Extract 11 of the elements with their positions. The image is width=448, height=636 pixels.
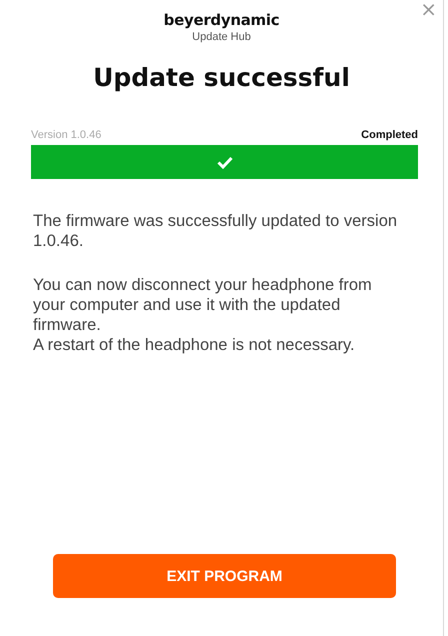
status-label: Completed — [361, 129, 418, 141]
exit-button[interactable]: EXIT PROGRAM — [53, 554, 396, 598]
message-text: You can now disconnect your headphone from your computer and use it with the updated firmware. — [33, 275, 373, 335]
close-button[interactable]: × — [416, 0, 441, 20]
check-icon — [216, 156, 232, 168]
message-text: A restart of the headphone is not necessary. — [33, 335, 356, 355]
app-subtitle: Update Hub — [192, 31, 251, 43]
version-label: Version 1.0.46 — [31, 129, 102, 141]
page-title: Update successful — [93, 63, 350, 92]
message-text: The firmware was successfully updated to version 1.0.46. — [33, 211, 398, 251]
brand-logo: beyerdynamic — [164, 11, 280, 29]
